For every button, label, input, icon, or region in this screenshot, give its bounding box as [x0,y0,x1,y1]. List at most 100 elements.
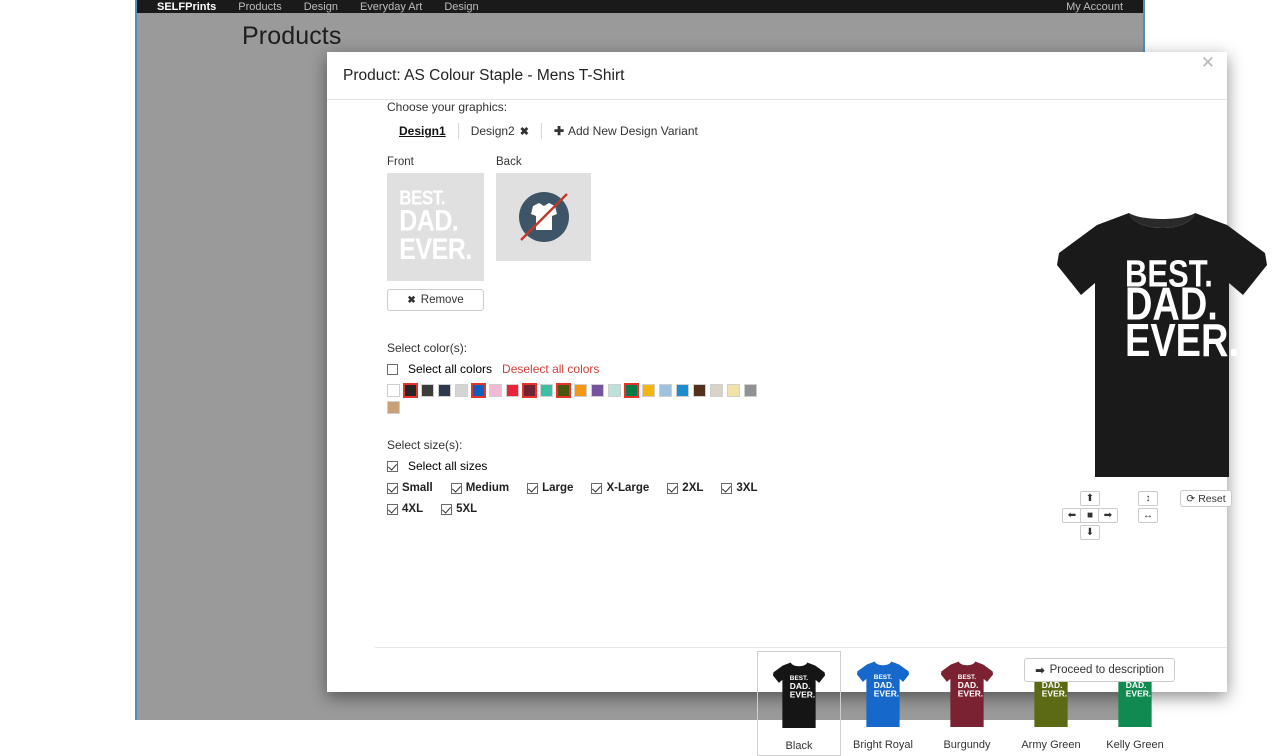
add-design-variant-label: Add New Design Variant [568,124,698,138]
front-art-line-3: EVER. [399,232,472,267]
center-button[interactable]: ■ [1080,508,1100,523]
sizes-section: Select size(s): Select all sizes Small Me… [387,438,817,515]
graphic-thumbnails: Front BEST. DAD. EVER. ✖ Remove Back [387,156,817,311]
front-graphic-block: Front BEST. DAD. EVER. ✖ Remove [387,156,484,311]
modal-header: Product: AS Colour Staple - Mens T-Shirt… [327,52,1227,100]
colors-select-all-row: Select all colors Deselect all colors [387,362,817,376]
color-swatch-steel[interactable] [744,384,757,397]
nav-account-menu[interactable]: My Account [1066,1,1123,13]
move-left-button[interactable]: ⬅ [1062,508,1082,523]
nav-item-everyday-art[interactable]: Everyday Art [360,1,422,13]
proceed-to-description-button[interactable]: ➡ Proceed to description [1024,658,1175,682]
top-navigation-bar: SELFPrints Products Design Everyday Art … [137,0,1143,13]
page-title: Products [242,22,342,50]
position-controls: ⬆ ⬅ ■ ➡ ⬇ ↕ ↔ ⟳ Reset [1062,490,1262,540]
deselect-all-colors-link[interactable]: Deselect all colors [502,362,599,376]
size-option-small[interactable]: Small [387,482,433,494]
color-swatch-tan[interactable] [387,401,400,414]
size-checkbox-5xl[interactable] [441,503,453,515]
design-tab-2-label: Design2 [470,124,515,138]
move-down-button[interactable]: ⬇ [1080,525,1100,540]
color-swatch-pink[interactable] [489,384,502,397]
move-up-button[interactable]: ⬆ [1080,491,1100,506]
color-swatch-ocean-blue[interactable] [676,384,689,397]
size-option-3xl[interactable]: 3XL [721,482,757,494]
front-label: Front [387,156,414,168]
size-label: 4XL [402,503,424,515]
sizes-select-all-row: Select all sizes [387,459,817,473]
product-preview-shirt[interactable]: BEST. DAD. EVER. [1037,195,1280,485]
svg-text:EVER.: EVER. [1125,314,1239,365]
reset-button[interactable]: ⟳ Reset [1180,490,1232,507]
color-swatch-bone[interactable] [710,384,723,397]
size-label: 2XL [682,482,704,494]
color-swatch-orange[interactable] [574,384,587,397]
nav-brand[interactable]: SELFPrints [157,1,216,13]
color-swatch-asphalt[interactable] [421,384,434,397]
color-swatch-gold[interactable] [642,384,655,397]
size-checkbox-2xl[interactable] [667,482,679,494]
move-right-button[interactable]: ➡ [1098,508,1118,523]
select-colors-label: Select color(s): [387,341,468,355]
reset-icon: ⟳ [1186,492,1196,505]
color-swatch-bright-royal[interactable] [471,383,486,398]
color-swatch-kelly-green[interactable] [624,383,639,398]
back-graphic-block: Back [496,156,593,311]
color-swatch-red[interactable] [506,384,519,397]
size-checkbox-x-large[interactable] [591,482,603,494]
nav-item-design-2[interactable]: Design [444,1,478,13]
select-all-colors-label: Select all colors [408,362,493,376]
size-checkbox-large[interactable] [527,482,539,494]
select-all-colors-checkbox[interactable] [387,363,398,375]
size-checkbox-3xl[interactable] [721,482,733,494]
size-option-large[interactable]: Large [527,482,573,494]
back-graphic-thumbnail[interactable] [496,173,591,261]
color-swatch-grey-marle[interactable] [455,384,468,397]
tile-color-name: Burgundy [943,739,991,751]
select-all-sizes-label: Select all sizes [408,459,488,473]
select-all-sizes-checkbox[interactable] [387,460,398,472]
color-swatch-pale-blue[interactable] [608,384,621,397]
product-modal: Product: AS Colour Staple - Mens T-Shirt… [327,52,1267,756]
tile-color-name: Bright Royal [853,739,913,751]
color-swatch-powder-blue[interactable] [659,384,672,397]
size-option-4xl[interactable]: 4XL [387,503,423,515]
color-swatch-burgundy[interactable] [522,383,537,398]
size-option-medium[interactable]: Medium [450,482,510,494]
resize-vertical-button[interactable]: ↕ [1138,491,1158,506]
remove-graphic-button[interactable]: ✖ Remove [387,289,484,311]
resize-horizontal-button[interactable]: ↔ [1138,508,1158,523]
plus-icon: ✚ [553,124,564,138]
nav-item-products[interactable]: Products [238,1,281,13]
choose-graphics-label: Choose your graphics: [387,100,508,114]
size-label: X-Large [606,482,650,494]
front-graphic-thumbnail[interactable]: BEST. DAD. EVER. [387,173,484,281]
color-swatch-white[interactable] [387,384,400,397]
color-swatch-purple[interactable] [591,384,604,397]
design-tab-1[interactable]: Design1 [387,124,458,138]
tile-color-name: Army Green [1021,739,1081,751]
size-checkbox-small[interactable] [387,482,398,494]
product-preview-panel: BEST. DAD. EVER. ⬆ ⬅ ■ ➡ ⬇ ↕ ↔ ⟳ Reset [1027,195,1280,540]
size-option-5xl[interactable]: 5XL [441,503,477,515]
add-design-variant-button[interactable]: ✚ Add New Design Variant [542,124,698,138]
color-swatch-mint[interactable] [540,384,553,397]
size-option-x-large[interactable]: X-Large [591,482,649,494]
size-checkbox-4xl[interactable] [387,503,398,515]
size-checkbox-medium[interactable] [450,482,462,494]
design-tab-2[interactable]: Design2 ✖ [459,124,541,138]
size-option-2xl[interactable]: 2XL [667,482,703,494]
design-variant-tabs: Design1 Design2 ✖ ✚ Add New Design Variant [387,121,817,141]
color-swatch-butter[interactable] [727,384,740,397]
color-swatch-dark-brown[interactable] [693,384,706,397]
proceed-button-label: Proceed to description [1049,664,1164,676]
close-icon[interactable]: ✕ [1201,54,1215,71]
color-swatch-navy[interactable] [438,384,451,397]
size-label: Medium [465,482,510,494]
color-swatch-army-green[interactable] [556,383,571,398]
design-tab-2-close-icon[interactable]: ✖ [520,126,529,138]
nav-item-design[interactable]: Design [304,1,338,13]
size-label: 3XL [736,482,758,494]
color-swatch-black[interactable] [403,383,418,398]
application-page: SELFPrints Products Design Everyday Art … [135,0,1267,756]
